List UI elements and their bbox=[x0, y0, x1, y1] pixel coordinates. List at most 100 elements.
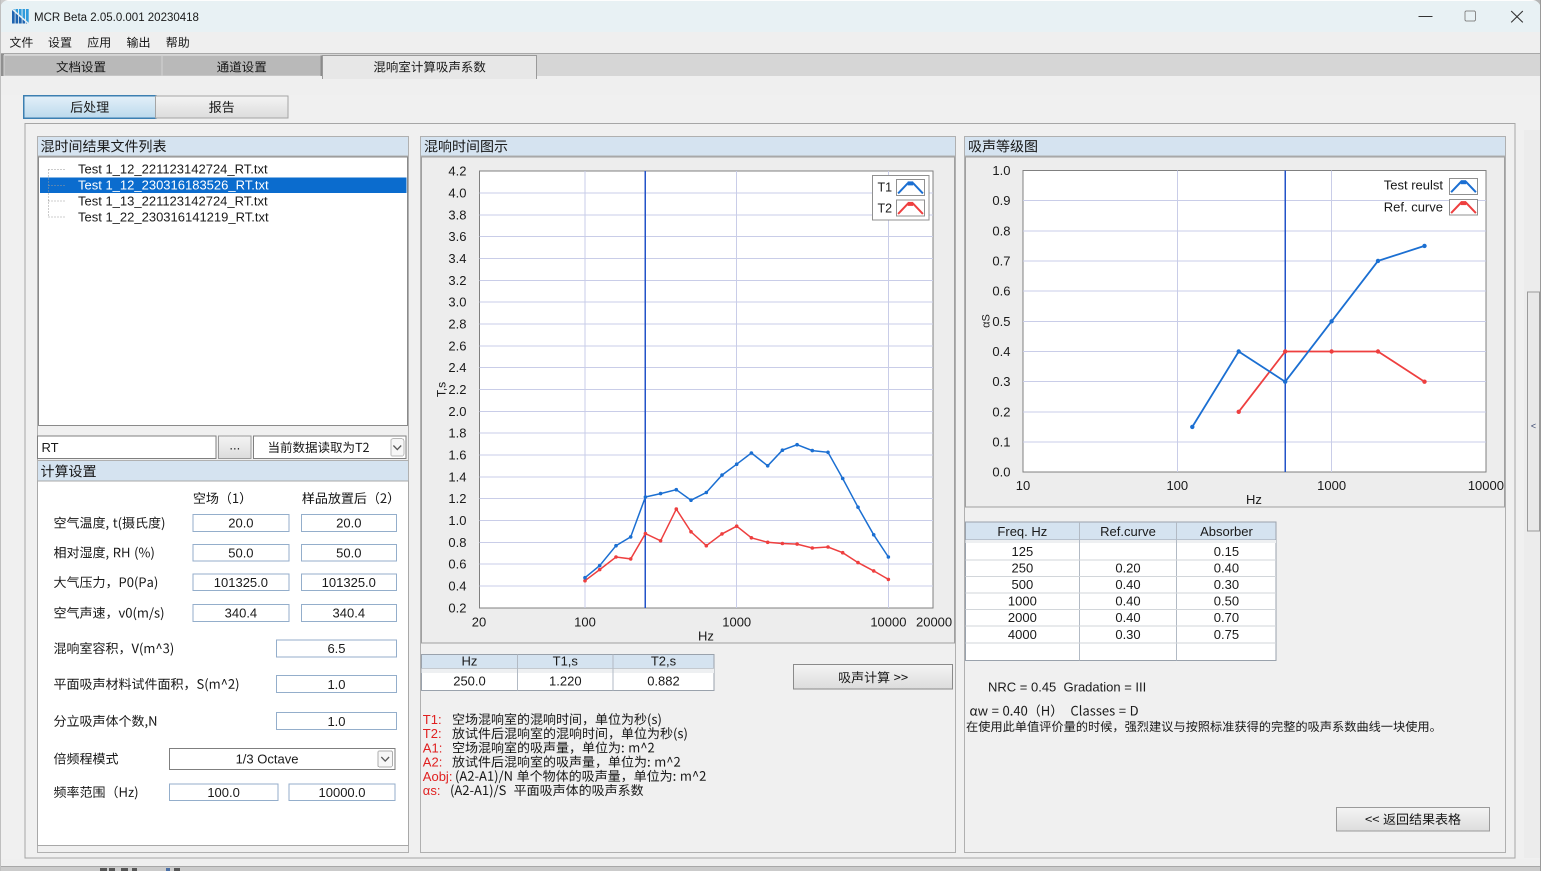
svg-text:0.5: 0.5 bbox=[992, 314, 1010, 329]
svg-text:Ref.curve: Ref.curve bbox=[1100, 524, 1156, 539]
svg-text:0.882: 0.882 bbox=[647, 674, 680, 689]
svg-text:T,s: T,s bbox=[435, 382, 449, 397]
svg-text:αs:: αs: bbox=[423, 783, 441, 798]
svg-text:Test 1_13_221123142724_RT.txt: Test 1_13_221123142724_RT.txt bbox=[78, 193, 268, 208]
svg-text:20: 20 bbox=[472, 615, 486, 630]
svg-text:RT: RT bbox=[42, 440, 59, 455]
svg-text:1000: 1000 bbox=[722, 615, 751, 630]
svg-text:100: 100 bbox=[574, 615, 596, 630]
svg-text:20000: 20000 bbox=[916, 615, 952, 630]
svg-text:1/3 Octave: 1/3 Octave bbox=[236, 752, 299, 767]
svg-text:0.2: 0.2 bbox=[448, 600, 466, 615]
svg-text:Test 1_22_230316141219_RT.txt: Test 1_22_230316141219_RT.txt bbox=[78, 209, 269, 224]
svg-text:1000: 1000 bbox=[1008, 594, 1037, 609]
svg-text:2.8: 2.8 bbox=[448, 317, 466, 332]
svg-text:0.20: 0.20 bbox=[1115, 560, 1140, 575]
svg-text:100: 100 bbox=[1166, 478, 1188, 493]
svg-text:0.2: 0.2 bbox=[992, 404, 1010, 419]
svg-text:Test 1_12_230316183526_RT.txt: Test 1_12_230316183526_RT.txt bbox=[78, 178, 269, 193]
svg-text:2.6: 2.6 bbox=[448, 338, 466, 353]
svg-text:T1: T1 bbox=[878, 181, 893, 195]
svg-text:0.40: 0.40 bbox=[1115, 577, 1140, 592]
svg-text:...: ... bbox=[229, 438, 240, 453]
svg-text:A2:: A2: bbox=[423, 755, 443, 770]
svg-text:1.0: 1.0 bbox=[327, 714, 345, 729]
svg-text:2.2: 2.2 bbox=[448, 382, 466, 397]
svg-text:Test reulst: Test reulst bbox=[1384, 178, 1444, 193]
svg-text:0.8: 0.8 bbox=[992, 223, 1010, 238]
svg-text:0.3: 0.3 bbox=[992, 374, 1010, 389]
svg-text:20.0: 20.0 bbox=[228, 516, 253, 531]
svg-text:αS: αS bbox=[981, 314, 993, 328]
svg-text:Test 1_12_221123142724_RT.txt: Test 1_12_221123142724_RT.txt bbox=[78, 162, 268, 177]
svg-text:10000: 10000 bbox=[1468, 478, 1504, 493]
svg-text:1.8: 1.8 bbox=[448, 426, 466, 441]
svg-text:Freq. Hz: Freq. Hz bbox=[997, 524, 1047, 539]
svg-text:0.30: 0.30 bbox=[1115, 627, 1140, 642]
svg-text:Absorber: Absorber bbox=[1200, 524, 1253, 539]
svg-text:500: 500 bbox=[1011, 577, 1033, 592]
svg-text:0.40: 0.40 bbox=[1115, 610, 1140, 625]
svg-text:1.0: 1.0 bbox=[327, 677, 345, 692]
svg-text:101325.0: 101325.0 bbox=[214, 575, 268, 590]
svg-text:MCR Beta 2.05.0.001 20230418: MCR Beta 2.05.0.001 20230418 bbox=[34, 12, 199, 24]
svg-text:0.9: 0.9 bbox=[992, 193, 1010, 208]
svg-text:50.0: 50.0 bbox=[336, 545, 361, 560]
svg-text:0.4: 0.4 bbox=[992, 344, 1010, 359]
svg-text:0.15: 0.15 bbox=[1214, 544, 1239, 559]
svg-text:250: 250 bbox=[1011, 560, 1033, 575]
svg-text:1.6: 1.6 bbox=[448, 447, 466, 462]
svg-text:0.40: 0.40 bbox=[1214, 560, 1239, 575]
svg-text:340.4: 340.4 bbox=[333, 606, 366, 621]
svg-text:250.0: 250.0 bbox=[453, 674, 486, 689]
svg-text:10000.0: 10000.0 bbox=[319, 785, 366, 800]
svg-text:A1:: A1: bbox=[423, 740, 443, 755]
svg-text:50.0: 50.0 bbox=[228, 545, 253, 560]
svg-text:340.4: 340.4 bbox=[225, 606, 258, 621]
svg-text:0.70: 0.70 bbox=[1214, 610, 1239, 625]
svg-text:0.6: 0.6 bbox=[448, 557, 466, 572]
svg-text:2000: 2000 bbox=[1008, 610, 1037, 625]
svg-text:0.0: 0.0 bbox=[992, 465, 1010, 480]
svg-text:3.0: 3.0 bbox=[448, 295, 466, 310]
svg-text:0.7: 0.7 bbox=[992, 253, 1010, 268]
svg-text:100.0: 100.0 bbox=[207, 785, 240, 800]
svg-text:Hz: Hz bbox=[698, 628, 714, 643]
svg-text:1.0: 1.0 bbox=[448, 513, 466, 528]
svg-text:3.8: 3.8 bbox=[448, 207, 466, 222]
svg-text:0.1: 0.1 bbox=[992, 435, 1010, 450]
svg-text:125: 125 bbox=[1011, 544, 1033, 559]
svg-text:101325.0: 101325.0 bbox=[322, 575, 376, 590]
svg-text:1000: 1000 bbox=[1317, 478, 1346, 493]
svg-text:1.2: 1.2 bbox=[448, 491, 466, 506]
svg-text:3.4: 3.4 bbox=[448, 251, 466, 266]
svg-text:6.5: 6.5 bbox=[327, 641, 345, 656]
svg-text:1.0: 1.0 bbox=[992, 163, 1010, 178]
svg-text:T2: T2 bbox=[878, 202, 893, 216]
svg-text:0.30: 0.30 bbox=[1214, 577, 1239, 592]
svg-text:0.8: 0.8 bbox=[448, 535, 466, 550]
svg-text:4.0: 4.0 bbox=[448, 186, 466, 201]
svg-text:Hz: Hz bbox=[1246, 492, 1262, 507]
svg-text:T1:: T1: bbox=[423, 712, 442, 727]
svg-text:10000: 10000 bbox=[870, 615, 906, 630]
svg-text:T2,s: T2,s bbox=[651, 653, 677, 668]
svg-text:Hz: Hz bbox=[462, 653, 478, 668]
svg-text:NRC = 0.45 Gradation = III: NRC = 0.45 Gradation = III bbox=[988, 680, 1146, 695]
svg-text:3.6: 3.6 bbox=[448, 229, 466, 244]
svg-text:0.40: 0.40 bbox=[1115, 594, 1140, 609]
svg-text:2.0: 2.0 bbox=[448, 404, 466, 419]
svg-text:10: 10 bbox=[1016, 478, 1030, 493]
svg-text:T2:: T2: bbox=[423, 726, 442, 741]
svg-text:Ref. curve: Ref. curve bbox=[1384, 200, 1443, 215]
svg-text:0.50: 0.50 bbox=[1214, 594, 1239, 609]
svg-text:2.4: 2.4 bbox=[448, 360, 466, 375]
svg-text:0.4: 0.4 bbox=[448, 578, 466, 593]
svg-text:0.6: 0.6 bbox=[992, 284, 1010, 299]
svg-text:4.2: 4.2 bbox=[448, 164, 466, 179]
svg-text:3.2: 3.2 bbox=[448, 273, 466, 288]
svg-text:4000: 4000 bbox=[1008, 627, 1037, 642]
svg-text:1.220: 1.220 bbox=[549, 674, 582, 689]
svg-text:0.75: 0.75 bbox=[1214, 627, 1239, 642]
svg-text:1.4: 1.4 bbox=[448, 469, 466, 484]
